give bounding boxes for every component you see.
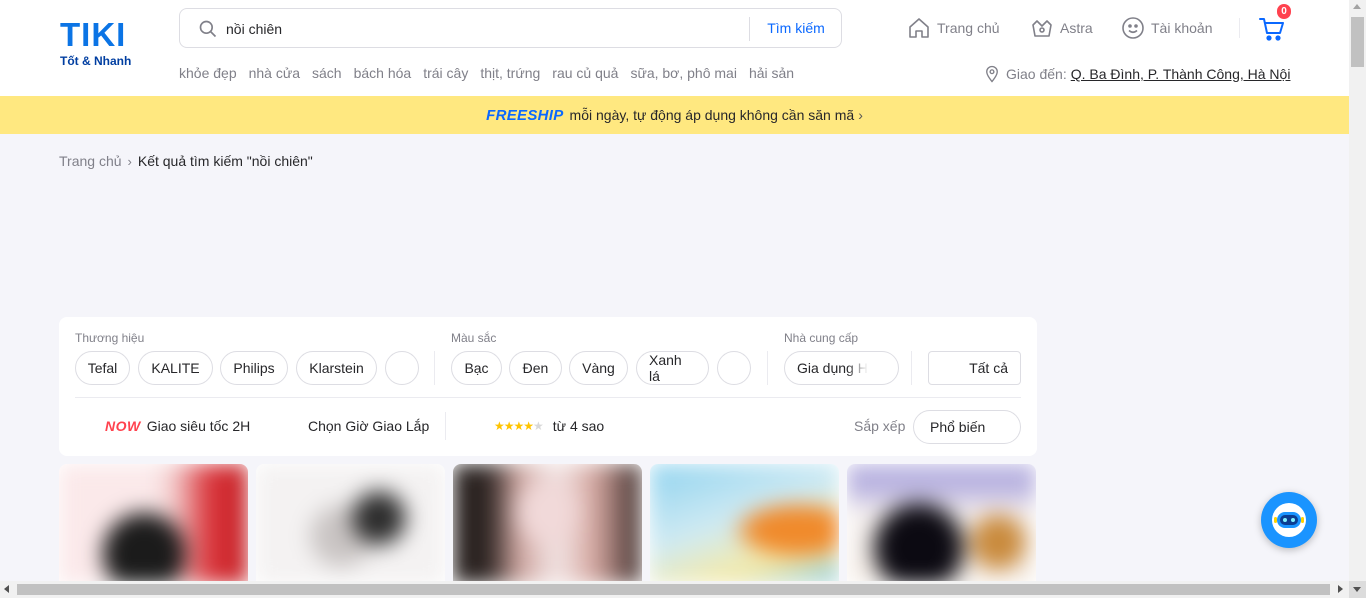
chevron-right-icon: ›: [858, 107, 863, 123]
color-filter-title: Màu sắc: [451, 331, 497, 345]
smiley-account-icon: [1122, 17, 1144, 39]
breadcrumb-current: Kết quả tìm kiếm "nồi chiên": [137, 153, 313, 169]
quick-link[interactable]: khỏe đẹp: [179, 65, 237, 81]
color-chip-silver[interactable]: Bạc: [451, 351, 502, 385]
filter-divider: [767, 351, 768, 385]
quick-link[interactable]: sữa, bơ, phô mai: [630, 65, 737, 81]
supplier-chip[interactable]: Gia dụng H: [784, 351, 899, 385]
brand-filter-title: Thương hiệu: [75, 331, 145, 345]
nav-home[interactable]: Trang chủ: [907, 16, 1000, 40]
tiki-logo[interactable]: TIKI Tốt & Nhanh: [60, 16, 132, 69]
robot-icon: [1272, 503, 1306, 537]
nav-divider: [1239, 18, 1240, 38]
cart-icon[interactable]: [1258, 16, 1286, 42]
color-chip-yellow[interactable]: Vàng: [569, 351, 628, 385]
all-filters-button[interactable]: Tất cả: [928, 351, 1021, 385]
color-chip-black[interactable]: Đen: [509, 351, 562, 385]
scrollbar-corner: [1349, 581, 1366, 598]
fast-delivery-filter[interactable]: NOW Giao siêu tốc 2H: [105, 418, 250, 434]
sort-select[interactable]: Phổ biến: [913, 410, 1021, 444]
brand-chip-philips[interactable]: Philips: [220, 351, 288, 385]
quick-link[interactable]: trái cây: [423, 65, 468, 81]
color-more-button[interactable]: [717, 351, 751, 385]
fast-delivery-label: Giao siêu tốc 2H: [146, 418, 251, 434]
rating-label: từ 4 sao: [552, 418, 605, 434]
delivery-address[interactable]: Q. Ba Đình, P. Thành Công, Hà Nội: [1071, 66, 1291, 82]
rating-filter[interactable]: ★★★★★ từ 4 sao: [494, 418, 604, 434]
quick-link[interactable]: rau củ quả: [552, 65, 618, 81]
product-image: [453, 464, 642, 584]
chatbot-button[interactable]: [1261, 492, 1317, 548]
now-tag: NOW: [105, 418, 141, 434]
product-image: [59, 464, 248, 584]
filter-panel: Thương hiệu Tefal KALITE Philips Klarste…: [59, 317, 1037, 456]
breadcrumb-home[interactable]: Trang chủ: [59, 153, 122, 169]
quick-link[interactable]: hải sản: [749, 65, 794, 81]
brand-more-button[interactable]: [385, 351, 419, 385]
schedule-label: Chọn Giờ Giao Lắp: [308, 418, 430, 434]
scroll-up-icon[interactable]: [1353, 4, 1361, 9]
nav-home-label: Trang chủ: [937, 20, 1000, 36]
logo-tagline: Tốt & Nhanh: [60, 54, 132, 68]
quick-link[interactable]: bách hóa: [354, 65, 412, 81]
cart-count-badge: 0: [1277, 4, 1291, 19]
filter-row-divider: [75, 397, 1021, 398]
search-icon: [199, 20, 217, 38]
star-rating-icon: ★★★★★: [494, 419, 544, 433]
horizontal-scroll-thumb[interactable]: [17, 584, 1330, 595]
product-card[interactable]: [650, 464, 839, 584]
freeship-tag: FREESHIP: [486, 106, 564, 124]
supplier-chip-label: Gia dụng H: [797, 360, 868, 376]
product-image: [256, 464, 445, 584]
nav-astra[interactable]: Astra: [1030, 16, 1093, 40]
horizontal-scrollbar[interactable]: [0, 581, 1349, 598]
crown-basket-icon: [1032, 20, 1052, 37]
nav-account-label: Tài khoản: [1151, 20, 1213, 36]
color-chip-green[interactable]: Xanh lá: [636, 351, 709, 385]
home-icon: [909, 18, 929, 38]
logo-word: TIKI: [60, 16, 127, 53]
quick-links: khỏe đẹp nhà cửa sách bách hóa trái cây …: [179, 65, 806, 81]
product-card[interactable]: [59, 464, 248, 584]
delivery-label: Giao đến:: [1006, 66, 1067, 82]
quick-link[interactable]: thịt, trứng: [480, 65, 540, 81]
sort-label: Sắp xếp: [854, 418, 906, 434]
scroll-left-icon[interactable]: [4, 585, 9, 593]
brand-chip-klarstein[interactable]: Klarstein: [296, 351, 377, 385]
vertical-scrollbar[interactable]: [1349, 0, 1366, 581]
search-button[interactable]: Tìm kiếm: [750, 9, 842, 47]
nav-astra-label: Astra: [1060, 20, 1093, 36]
product-image: [650, 464, 839, 584]
product-card[interactable]: [453, 464, 642, 584]
search-input[interactable]: [226, 17, 746, 41]
header: TIKI Tốt & Nhanh Tìm kiếm khỏe đẹp nhà c…: [0, 0, 1349, 96]
supplier-filter-title: Nhà cung cấp: [784, 331, 859, 345]
search-bar: Tìm kiếm: [179, 8, 842, 48]
vertical-scroll-thumb[interactable]: [1351, 17, 1364, 67]
brand-chip-kalite[interactable]: KALITE: [138, 351, 213, 385]
schedule-filter[interactable]: Chọn Giờ Giao Lắp: [308, 418, 429, 434]
filter-divider: [434, 351, 435, 385]
product-card[interactable]: [256, 464, 445, 584]
freeship-text: mỗi ngày, tự động áp dụng không cần săn …: [569, 107, 855, 123]
product-image: [847, 464, 1036, 584]
quick-link[interactable]: sách: [312, 65, 342, 81]
nav-account[interactable]: Tài khoản: [1121, 16, 1212, 40]
product-card[interactable]: [847, 464, 1036, 584]
location-pin-icon: [986, 65, 998, 83]
quick-link[interactable]: nhà cửa: [249, 65, 300, 81]
brand-chip-tefal[interactable]: Tefal: [75, 351, 130, 385]
freeship-banner[interactable]: FREESHIP mỗi ngày, tự động áp dụng không…: [0, 96, 1349, 134]
scroll-right-icon[interactable]: [1338, 585, 1343, 593]
delivery-location[interactable]: Giao đến: Q. Ba Đình, P. Thành Công, Hà …: [983, 65, 1290, 83]
chevron-right-icon: ›: [127, 153, 132, 169]
filter-divider: [911, 351, 912, 385]
scroll-down-icon[interactable]: [1353, 587, 1361, 592]
breadcrumb: Trang chủ › Kết quả tìm kiếm "nồi chiên": [59, 153, 313, 169]
filter-divider: [445, 412, 446, 440]
